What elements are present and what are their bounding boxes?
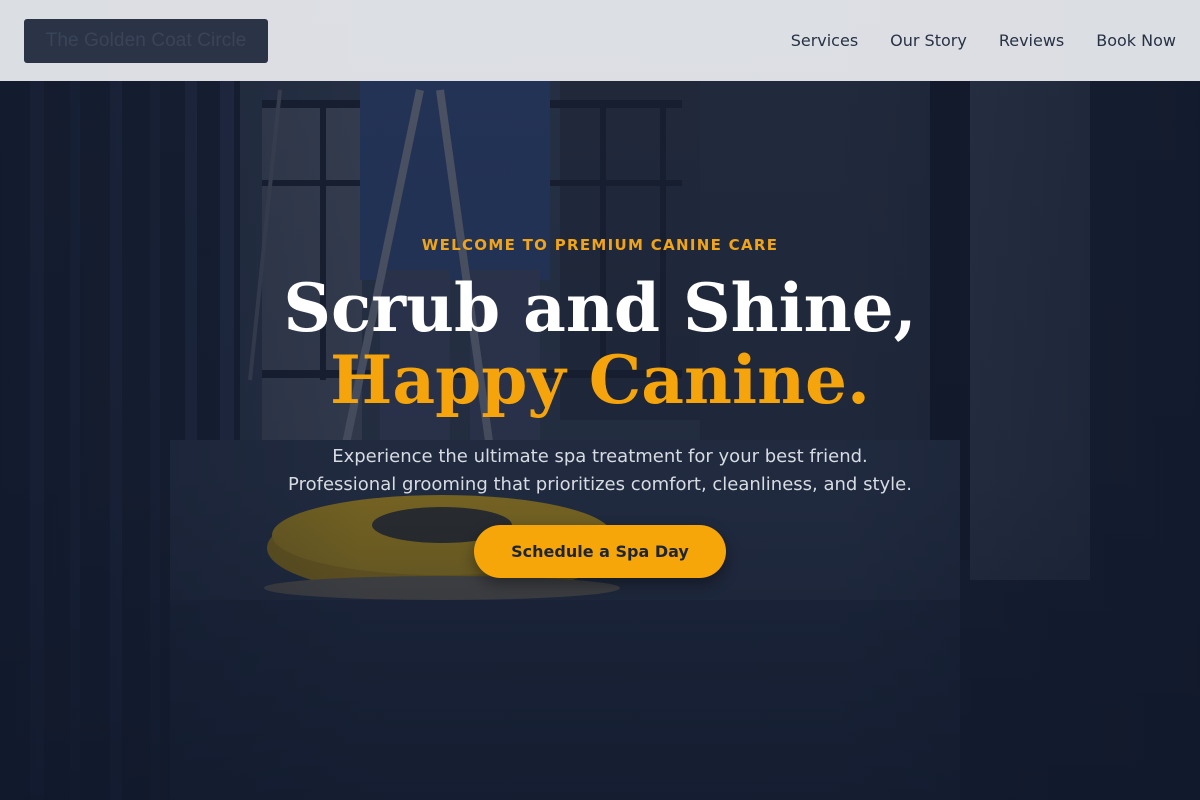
hero-subtext-line1: Experience the ultimate spa treatment fo… (332, 446, 868, 467)
nav-link-our-story[interactable]: Our Story (890, 31, 967, 50)
nav-links: Services Our Story Reviews Book Now (791, 31, 1176, 50)
hero-headline-line2: Happy Canine. (329, 341, 871, 419)
hero-headline-line1: Scrub and Shine, (283, 269, 917, 347)
nav-link-services[interactable]: Services (791, 31, 858, 50)
site-logo[interactable]: The Golden Coat Circle (24, 18, 268, 63)
page: The Golden Coat Circle Services Our Stor… (0, 0, 1200, 800)
hero-eyebrow: WELCOME TO PREMIUM CANINE CARE (421, 236, 779, 254)
navbar: The Golden Coat Circle Services Our Stor… (0, 0, 1200, 81)
hero-headline: Scrub and Shine, Happy Canine. (0, 272, 1200, 416)
nav-link-reviews[interactable]: Reviews (999, 31, 1064, 50)
hero-subtext: Experience the ultimate spa treatment fo… (0, 443, 1200, 499)
schedule-spa-day-button[interactable]: Schedule a Spa Day (474, 525, 726, 578)
nav-link-book-now[interactable]: Book Now (1096, 31, 1176, 50)
hero-subtext-line2: Professional grooming that prioritizes c… (288, 474, 912, 495)
